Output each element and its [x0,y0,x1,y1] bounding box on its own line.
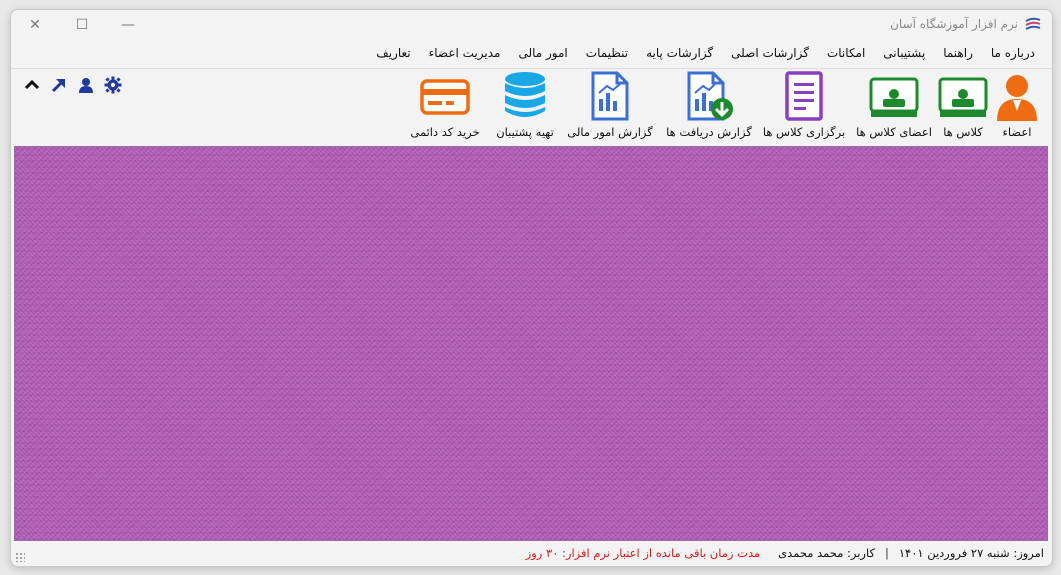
app-window: نرم افزار آموزشگاه آسان ✕ ☐ — تعاریف مدی… [10,9,1053,567]
toolbar-finance-report-button[interactable]: گزارش امور مالی [565,71,655,143]
menu-settings[interactable]: تنظیمات [577,46,637,60]
main-toolbar: اعضاء کلاس ها اعضای کلاس ها برگزاری کلاس… [11,68,1052,145]
database-icon [505,72,545,117]
menu-main-reports[interactable]: گزارشات اصلی [722,46,818,60]
toolbar-buy-license-label: خرید کد دائمی [410,125,480,139]
menu-support[interactable]: پشتیبانی [874,46,934,60]
close-button[interactable]: ✕ [24,14,46,36]
menu-help[interactable]: راهنما [934,46,982,60]
main-workspace [14,146,1048,541]
main-menu: تعاریف مدیریت اعضاء امور مالی تنظیمات گز… [367,46,1044,60]
toolbar-classes-button[interactable]: کلاس ها [935,71,991,143]
toolbar-receipts-report-label: گزارش دریافت ها [666,125,752,139]
menu-basic-reports[interactable]: گزارشات پایه [637,46,722,60]
toolbar-classes-label: کلاس ها [943,125,983,139]
title-bar: نرم افزار آموزشگاه آسان ✕ ☐ — [11,10,1052,40]
minimize-button[interactable]: — [117,14,139,36]
finance-report-icon [591,71,629,121]
document-list-icon [785,71,823,121]
status-bar: امروز: شنبه ۲۷ فروردین ۱۴۰۱ | کاربر: محم… [11,541,1052,566]
status-user: کاربر: محمد محمدی [778,546,875,560]
toolbar-finance-report-label: گزارش امور مالی [567,125,653,139]
window-title: نرم افزار آموزشگاه آسان [890,17,1018,31]
status-remaining-license: مدت زمان باقی مانده از اعتبار نرم افزار:… [525,546,761,560]
menu-about[interactable]: درباره ما [982,46,1044,60]
toolbar-members-label: اعضاء [1002,125,1032,139]
menu-member-management[interactable]: مدیریت اعضاء [420,46,510,60]
maximize-button[interactable]: ☐ [71,14,93,36]
toolbar-hold-classes-button[interactable]: برگزاری کلاس ها [759,71,849,143]
app-logo-icon [1025,17,1041,30]
resize-grip[interactable] [15,552,25,562]
toolbar-receipts-report-button[interactable]: گزارش دریافت ها [661,71,757,143]
class-members-board-icon [869,77,919,117]
toolbar-backup-button[interactable]: تهیه پشتیبان [485,71,565,143]
toolbar-hold-classes-label: برگزاری کلاس ها [762,125,846,139]
report-download-icon [687,71,733,121]
toolbar-class-members-label: اعضای کلاس ها [856,125,932,139]
credit-card-icon [420,79,470,115]
menu-finance[interactable]: امور مالی [509,46,576,60]
toolbar-backup-label: تهیه پشتیبان [496,125,554,139]
status-today: امروز: شنبه ۲۷ فروردین ۱۴۰۱ [898,546,1044,560]
menu-bar: تعاریف مدیریت اعضاء امور مالی تنظیمات گز… [11,42,1052,94]
menu-features[interactable]: امکانات [818,46,874,60]
member-avatar-icon [997,75,1037,121]
toolbar-class-members-button[interactable]: اعضای کلاس ها [854,71,934,143]
toolbar-buy-license-button[interactable]: خرید کد دائمی [405,71,485,143]
status-separator: | [884,546,889,560]
menu-definitions[interactable]: تعاریف [367,46,419,60]
toolbar-members-button[interactable]: اعضاء [989,71,1045,143]
class-board-icon [938,77,988,117]
